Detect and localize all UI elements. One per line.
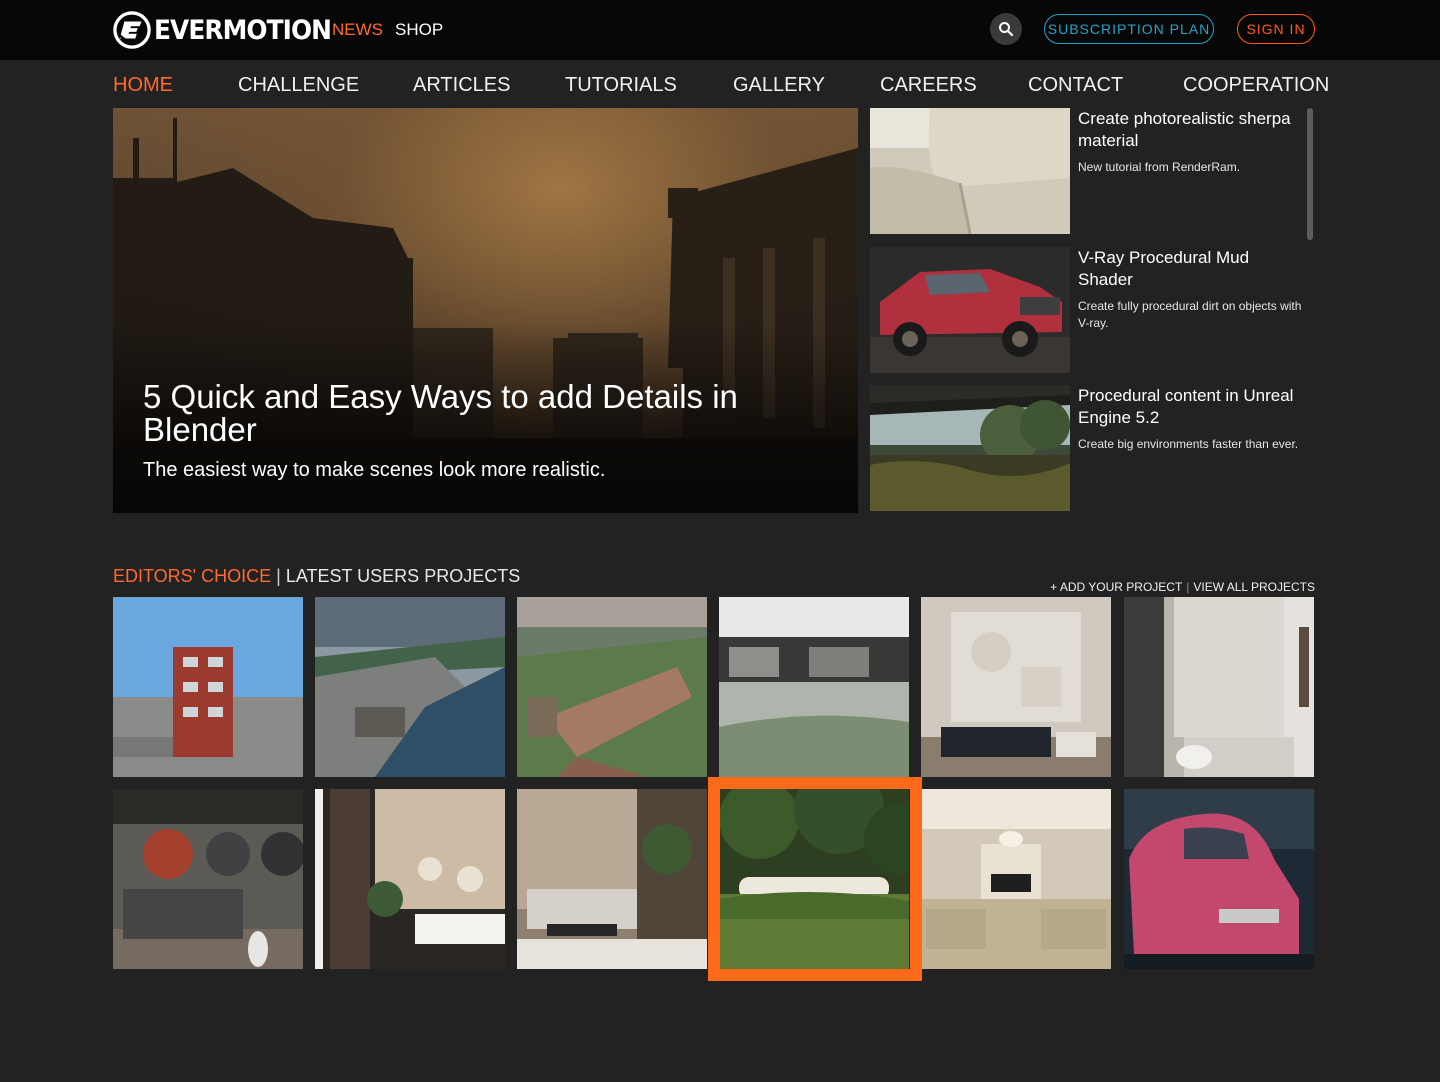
main-nav: HOME CHALLENGE ARTICLES TUTORIALS GALLER…	[113, 74, 1329, 100]
article-thumbnail[interactable]	[870, 247, 1070, 373]
project-thumbnail[interactable]	[517, 789, 707, 969]
nav-challenge[interactable]: CHALLENGE	[238, 74, 359, 97]
selected-project-highlight	[708, 777, 922, 981]
article-item[interactable]: V-Ray Procedural Mud Shader Create fully…	[870, 247, 1303, 373]
project-thumbnail[interactable]	[719, 597, 909, 777]
article-title[interactable]: Procedural content in Unreal Engine 5.2	[1078, 385, 1303, 429]
side-articles: Create photorealistic sherpa material Ne…	[870, 108, 1315, 513]
brand-name: EVERMOTION	[154, 14, 332, 46]
nav-gallery[interactable]: GALLERY	[733, 74, 825, 97]
article-description: New tutorial from RenderRam.	[1078, 160, 1241, 174]
evermotion-logo-icon	[113, 11, 151, 49]
nav-careers[interactable]: CAREERS	[880, 74, 977, 97]
hero-banner[interactable]: 5 Quick and Easy Ways to add Details in …	[113, 108, 858, 513]
article-item[interactable]: Procedural content in Unreal Engine 5.2 …	[870, 385, 1300, 511]
project-thumbnail[interactable]	[113, 597, 303, 777]
article-thumbnail[interactable]	[870, 385, 1070, 511]
hero-title[interactable]: 5 Quick and Easy Ways to add Details in …	[143, 380, 833, 446]
subscription-plan-button[interactable]: SUBSCRIPTION PLAN	[1044, 14, 1214, 44]
project-thumbnail[interactable]	[113, 789, 303, 969]
nav-articles[interactable]: ARTICLES	[413, 74, 510, 97]
nav-home[interactable]: HOME	[113, 74, 173, 97]
nav-shop[interactable]: SHOP	[395, 20, 443, 40]
search-button[interactable]	[990, 13, 1022, 45]
article-description: Create fully procedural dirt on objects …	[1078, 299, 1302, 330]
article-title[interactable]: Create photorealistic sherpa material	[1078, 108, 1303, 152]
article-description: Create big environments faster than ever…	[1078, 437, 1299, 451]
nav-cooperation[interactable]: COOPERATION	[1183, 74, 1329, 97]
section-header: EDITORS' CHOICE | LATEST USERS PROJECTS	[113, 566, 520, 587]
project-thumbnail[interactable]	[1124, 789, 1314, 969]
links-separator: |	[1186, 580, 1190, 594]
project-thumbnail[interactable]	[921, 789, 1111, 969]
logo[interactable]: EVERMOTION	[113, 10, 346, 50]
project-thumbnail[interactable]	[315, 789, 505, 969]
project-thumbnail[interactable]	[517, 597, 707, 777]
article-item[interactable]: Create photorealistic sherpa material Ne…	[870, 108, 1300, 234]
sign-in-button[interactable]: SIGN IN	[1237, 14, 1315, 44]
project-thumbnail[interactable]	[315, 597, 505, 777]
search-icon	[999, 22, 1014, 37]
article-thumbnail[interactable]	[870, 108, 1070, 234]
article-title[interactable]: V-Ray Procedural Mud Shader	[1078, 247, 1303, 291]
nav-tutorials[interactable]: TUTORIALS	[565, 74, 677, 97]
top-bar: EVERMOTION NEWS SHOP SUBSCRIPTION PLAN S…	[0, 0, 1440, 60]
project-thumbnail[interactable]	[921, 597, 1111, 777]
tab-editors-choice[interactable]: EDITORS' CHOICE	[113, 566, 271, 586]
view-all-projects-link[interactable]: VIEW ALL PROJECTS	[1193, 580, 1315, 594]
nav-news[interactable]: NEWS	[332, 20, 383, 40]
project-thumbnail[interactable]	[1124, 597, 1314, 777]
side-scrollbar[interactable]	[1307, 108, 1313, 240]
add-project-link[interactable]: + ADD YOUR PROJECT	[1050, 580, 1182, 594]
hero-subtitle: The easiest way to make scenes look more…	[143, 459, 606, 481]
tab-latest-projects[interactable]: LATEST USERS PROJECTS	[286, 566, 520, 586]
nav-contact[interactable]: CONTACT	[1028, 74, 1123, 97]
section-links: + ADD YOUR PROJECT | VIEW ALL PROJECTS	[1050, 580, 1315, 594]
section-separator: |	[276, 566, 281, 586]
